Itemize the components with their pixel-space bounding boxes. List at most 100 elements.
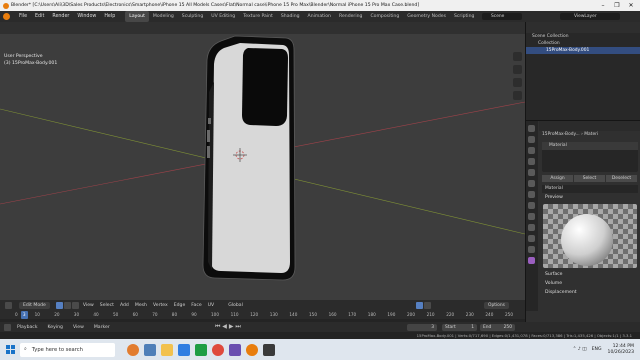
clock[interactable]: 12:44 PM 10/26/2023 (608, 344, 634, 356)
panel-surface[interactable]: Surface (539, 270, 640, 279)
edge-select-icon[interactable] (63, 302, 71, 309)
outliner-scene-collection[interactable]: Scene Collection (526, 33, 640, 40)
shading-solid-icon[interactable] (415, 302, 423, 309)
object-tab-icon[interactable] (528, 191, 535, 198)
menu-edge[interactable]: Edge (171, 303, 189, 308)
tab-rendering[interactable]: Rendering (335, 11, 366, 22)
face-select-icon[interactable] (71, 302, 79, 309)
panel-preview[interactable]: Preview (539, 193, 640, 202)
material-slot-list[interactable]: Material (542, 142, 638, 172)
minimize-button[interactable]: – (596, 0, 610, 11)
menu-view[interactable]: View (80, 303, 97, 308)
tray-icons[interactable]: ⌃ ♪ ◫ (573, 347, 587, 352)
blender-menu-icon[interactable] (3, 13, 10, 20)
maximize-button[interactable]: ❐ (610, 0, 624, 11)
tab-geometry-nodes[interactable]: Geometry Nodes (403, 11, 450, 22)
camera-icon[interactable] (513, 78, 522, 87)
world-tab-icon[interactable] (528, 180, 535, 187)
hand-pan-icon[interactable] (513, 65, 522, 74)
tab-scripting[interactable]: Scripting (450, 11, 478, 22)
modifier-tab-icon[interactable] (528, 202, 535, 209)
view-layer-tab-icon[interactable] (528, 158, 535, 165)
playhead-indicator[interactable]: 3 (20, 311, 28, 319)
scene-tab-icon[interactable] (528, 169, 535, 176)
current-frame-field[interactable]: 3 (407, 323, 437, 331)
language-indicator[interactable]: ENG (592, 347, 602, 352)
menu-file[interactable]: File (15, 11, 31, 22)
chrome-icon[interactable] (212, 343, 224, 356)
physics-tab-icon[interactable] (528, 224, 535, 231)
menu-window[interactable]: Window (73, 11, 100, 22)
shading-material-icon[interactable] (423, 302, 431, 309)
deselect-button[interactable]: Deselect (606, 175, 637, 182)
panel-displacement[interactable]: Displacement (539, 288, 640, 297)
edge-browser-icon[interactable] (178, 343, 190, 356)
tool-tab-icon[interactable] (528, 125, 535, 132)
render-tab-icon[interactable] (528, 136, 535, 143)
material-datablock[interactable]: Material (542, 185, 638, 193)
menu-render[interactable]: Render (48, 11, 73, 22)
grid-icon[interactable] (513, 91, 522, 100)
app-icon[interactable] (229, 343, 241, 356)
editor-type-icon[interactable] (5, 302, 12, 309)
playback-controls-icon[interactable]: ⏮ ◀ ▶ ⏭ (215, 323, 241, 331)
material-slot[interactable]: Material (542, 142, 638, 150)
vertex-select-icon[interactable] (55, 302, 63, 309)
timeline-ruler[interactable]: 0 10 20 30 40 50 60 70 80 90 100 110 120 130 140 150 160… (0, 311, 525, 319)
menu-mesh[interactable]: Mesh (132, 303, 150, 308)
menu-edit[interactable]: Edit (31, 11, 48, 22)
file-explorer-icon[interactable] (161, 343, 173, 356)
timeline-tick-label: 240 (485, 312, 494, 317)
properties-search[interactable] (539, 121, 640, 131)
material-tab-icon[interactable] (528, 257, 535, 264)
output-tab-icon[interactable] (528, 147, 535, 154)
menu-uv[interactable]: UV (205, 303, 218, 308)
tab-texture-paint[interactable]: Texture Paint (239, 11, 277, 22)
task-view-icon[interactable] (144, 343, 156, 356)
windows-start-button[interactable] (0, 339, 20, 360)
end-frame-field[interactable]: End 250 (480, 323, 515, 331)
data-tab-icon[interactable] (528, 246, 535, 253)
menu-playback[interactable]: Playback (12, 325, 43, 330)
timeline-editor-icon[interactable] (4, 323, 11, 331)
tab-sculpting[interactable]: Sculpting (178, 11, 207, 22)
constraints-tab-icon[interactable] (528, 235, 535, 242)
select-button[interactable]: Select (574, 175, 605, 182)
outliner-object-row[interactable]: 15ProMax-Body.001 (526, 47, 640, 54)
menu-select[interactable]: Select (97, 303, 117, 308)
tab-animation[interactable]: Animation (304, 11, 335, 22)
transform-orientation[interactable]: Global (225, 303, 246, 308)
menu-marker[interactable]: Marker (89, 325, 115, 330)
xbox-icon[interactable] (195, 343, 207, 356)
menu-keying[interactable]: Keying (43, 325, 68, 330)
app-icon[interactable] (263, 343, 275, 356)
menu-timeline-view[interactable]: View (68, 325, 89, 330)
taskbar-apps (127, 343, 275, 356)
particles-tab-icon[interactable] (528, 213, 535, 220)
menu-face[interactable]: Face (188, 303, 204, 308)
start-frame-field[interactable]: Start 1 (442, 323, 477, 331)
outliner-collection[interactable]: Collection (526, 40, 640, 47)
zoom-icon[interactable] (513, 52, 522, 61)
weather-icon[interactable] (127, 343, 139, 356)
close-button[interactable]: ✕ (624, 0, 638, 11)
mode-selector[interactable]: Edit Mode (19, 302, 50, 309)
menu-vertex[interactable]: Vertex (150, 303, 171, 308)
view-layer-selector[interactable]: ViewLayer (560, 13, 620, 20)
panel-volume[interactable]: Volume (539, 279, 640, 288)
taskbar-search[interactable]: ⌕ Type here to search (20, 342, 115, 357)
options-button[interactable]: Options (484, 302, 509, 309)
3d-viewport[interactable]: User Perspective (3) 15ProMax-Body.001 (0, 22, 525, 300)
menu-help[interactable]: Help (100, 11, 119, 22)
tab-modeling[interactable]: Modeling (149, 11, 178, 22)
viewport-scene (0, 35, 525, 281)
assign-button[interactable]: Assign (542, 175, 573, 182)
menu-add[interactable]: Add (117, 303, 132, 308)
tab-uv-editing[interactable]: UV Editing (207, 11, 239, 22)
tab-compositing[interactable]: Compositing (366, 11, 403, 22)
scene-selector[interactable]: Scene (482, 13, 522, 20)
timeline-tick-label: 90 (191, 312, 197, 317)
blender-taskbar-icon[interactable] (246, 343, 258, 356)
tab-layout[interactable]: Layout (125, 11, 149, 22)
tab-shading[interactable]: Shading (277, 11, 304, 22)
